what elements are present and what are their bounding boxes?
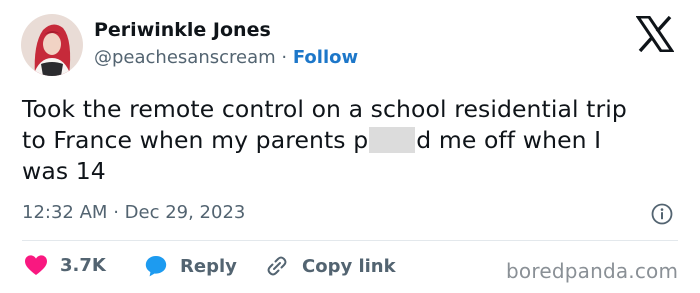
reply-label: Reply bbox=[180, 255, 237, 277]
tweet-timestamp[interactable]: 12:32 AM · Dec 29, 2023 bbox=[22, 202, 245, 223]
tweet-text: Took the remote control on a school resi… bbox=[22, 94, 692, 187]
link-icon bbox=[267, 256, 287, 276]
x-logo-icon[interactable] bbox=[635, 15, 675, 53]
redaction-block bbox=[369, 127, 416, 153]
reply-button[interactable]: Reply bbox=[144, 254, 237, 278]
source-watermark: boredpanda.com bbox=[506, 259, 679, 283]
author-display-name[interactable]: Periwinkle Jones bbox=[94, 19, 271, 41]
timestamp-separator: · bbox=[113, 202, 119, 223]
like-button[interactable]: 3.7K bbox=[24, 254, 106, 276]
author-handle[interactable]: @peachesanscream bbox=[94, 47, 276, 68]
tweet-line-2-end: d me off when I bbox=[416, 126, 602, 154]
divider bbox=[22, 240, 678, 241]
handle-separator: · bbox=[281, 47, 288, 68]
author-avatar[interactable] bbox=[21, 14, 83, 76]
author-handle-line: @peachesanscream · Follow bbox=[94, 47, 358, 68]
copy-link-button[interactable]: Copy link bbox=[264, 254, 396, 278]
tweet-line-2: to France when my parents p d me off when… bbox=[22, 125, 692, 156]
tweet-date: Dec 29, 2023 bbox=[124, 202, 246, 223]
tweet-card: Periwinkle Jones @peachesanscream · Foll… bbox=[0, 0, 700, 293]
follow-button[interactable]: Follow bbox=[293, 47, 358, 68]
heart-icon bbox=[25, 255, 47, 275]
profile-photo-icon bbox=[21, 14, 83, 76]
tweet-line-1: Took the remote control on a school resi… bbox=[22, 95, 627, 123]
tweet-line-3: was 14 bbox=[22, 157, 106, 185]
tweet-line-2-start: to France when my parents p bbox=[22, 126, 369, 154]
copy-link-label: Copy link bbox=[302, 255, 396, 277]
tweet-time: 12:32 AM bbox=[22, 202, 108, 223]
like-count: 3.7K bbox=[60, 254, 106, 276]
info-icon[interactable] bbox=[651, 203, 673, 225]
reply-icon bbox=[145, 256, 167, 277]
